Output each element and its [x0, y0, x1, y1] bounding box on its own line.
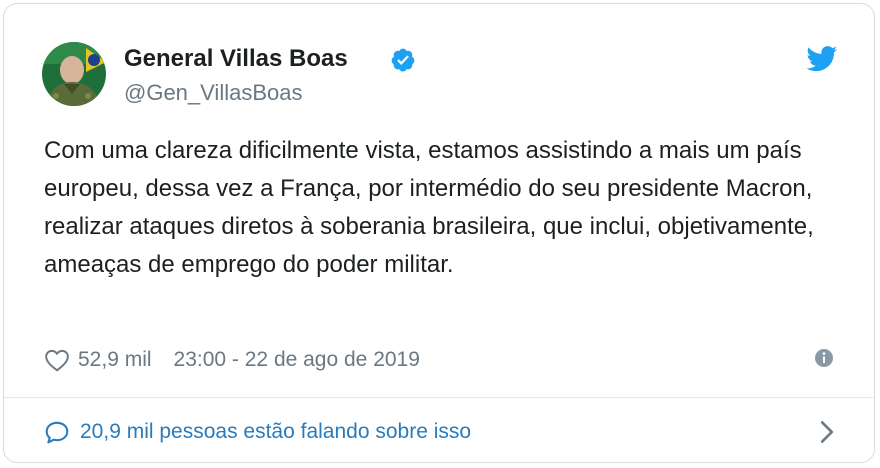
speech-bubble-icon: [45, 421, 69, 444]
tweet-card: General Villas Boas @Gen_VillasBoas Com …: [3, 3, 875, 463]
tweet-text: Com uma clareza dificilmente vista, esta…: [44, 137, 814, 278]
like-count[interactable]: 52,9 mil: [78, 348, 152, 372]
author-handle[interactable]: @Gen_VillasBoas: [124, 79, 302, 107]
twitter-bird-icon[interactable]: [806, 46, 838, 72]
author-name[interactable]: General Villas Boas: [124, 44, 348, 74]
verified-badge-icon: [391, 48, 415, 72]
tweet-timestamp[interactable]: 23:00 - 22 de ago de 2019: [174, 348, 420, 372]
divider: [4, 397, 874, 398]
conversation-link[interactable]: 20,9 mil pessoas estão falando sobre iss…: [44, 416, 471, 448]
conversation-text: 20,9 mil pessoas estão falando sobre iss…: [80, 420, 472, 443]
chevron-right-icon[interactable]: [818, 420, 836, 444]
avatar[interactable]: [42, 42, 106, 106]
heart-icon[interactable]: [44, 348, 70, 372]
info-icon[interactable]: [814, 348, 834, 368]
avatar-image: [42, 42, 106, 106]
tweet-meta: 52,9 mil 23:00 - 22 de ago de 2019: [44, 344, 420, 376]
